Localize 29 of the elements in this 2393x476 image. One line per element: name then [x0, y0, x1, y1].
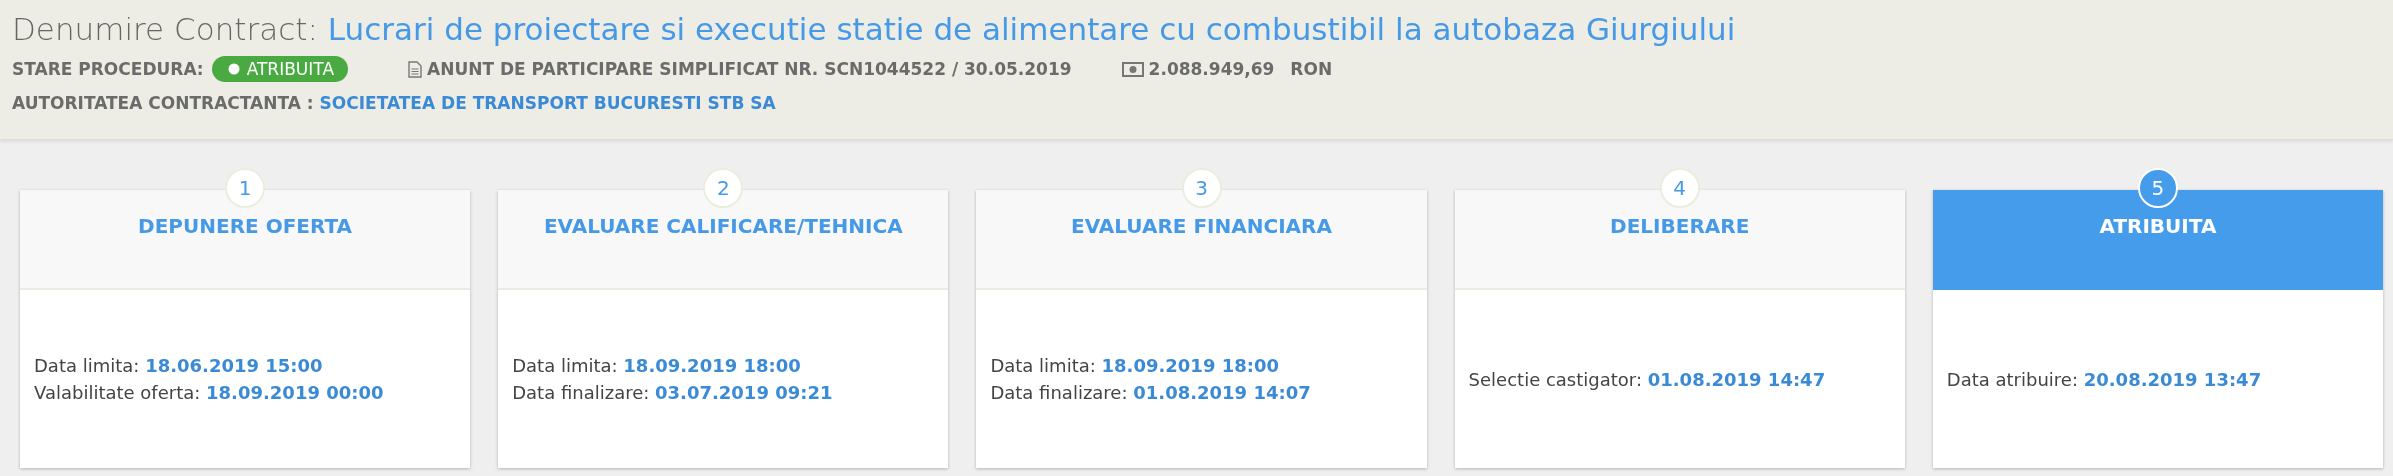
status-label: STARE PROCEDURA: — [12, 59, 204, 79]
step-number: 4 — [1659, 168, 1700, 208]
step-number: 2 — [703, 168, 744, 208]
step-number: 1 — [225, 168, 266, 208]
date-line: Data limita: 18.09.2019 18:00 — [990, 354, 1280, 378]
authority-label: AUTORITATEA CONTRACTANTA : — [12, 93, 314, 113]
date-line: Data finalizare: 03.07.2019 09:21 — [512, 381, 834, 405]
date-line: Data limita: 18.06.2019 15:00 — [34, 354, 324, 378]
authority-link[interactable]: SOCIETATEA DE TRANSPORT BUCURESTI STB SA — [319, 93, 776, 113]
banknote-icon — [1121, 61, 1144, 77]
contract-label: Denumire Contract: — [12, 10, 318, 49]
currency-text: RON — [1290, 59, 1333, 79]
step-title: EVALUARE CALIFICARE/TEHNICA — [543, 214, 903, 240]
step-title: ATRIBUITA — [2099, 214, 2217, 240]
notice-text: ANUNT DE PARTICIPARE SIMPLIFICAT NR. SCN1044522 / 30.05.2019 — [427, 59, 1072, 79]
step-title: DEPUNERE OFERTA — [138, 214, 353, 240]
contract-title: Lucrari de proiectare si executie statie de alimentare cu combustibil la autobaza Giurgiului — [327, 10, 1736, 49]
step-number: 5 — [2137, 168, 2178, 208]
status-badge: ATRIBUITA — [211, 56, 348, 82]
date-line: Data atribuire: 20.08.2019 13:47 — [1946, 367, 2263, 392]
document-icon — [408, 60, 422, 78]
step-number: 3 — [1181, 168, 1222, 208]
amount-text: 2.088.949,69 — [1148, 59, 1275, 79]
date-line: Selectie castigator: 01.08.2019 14:47 — [1468, 367, 1827, 392]
date-line: Valabilitate oferta: 18.09.2019 00:00 — [34, 381, 385, 405]
date-line: Data finalizare: 01.08.2019 14:07 — [990, 381, 1312, 405]
date-line: Data limita: 18.09.2019 18:00 — [512, 354, 802, 378]
step-title: EVALUARE FINANCIARA — [1071, 214, 1332, 240]
step-title: DELIBERARE — [1610, 214, 1750, 240]
